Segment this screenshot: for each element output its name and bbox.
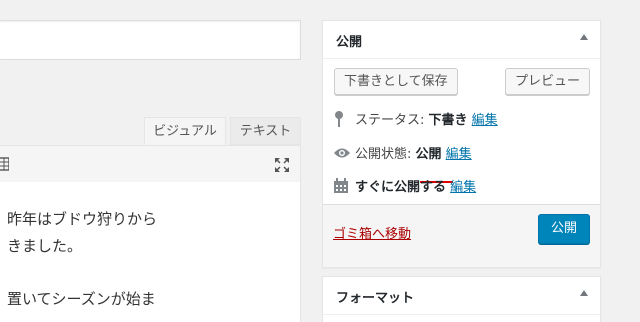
pin-icon bbox=[333, 110, 351, 132]
content-line: きました。 bbox=[7, 237, 83, 255]
editor-toolbar bbox=[0, 145, 301, 183]
publish-actions: ゴミ箱へ移動 公開 bbox=[323, 204, 600, 267]
publish-box-title: 公開 bbox=[336, 35, 363, 50]
table-icon[interactable] bbox=[0, 157, 10, 175]
edit-visibility-link[interactable]: 編集 bbox=[446, 147, 472, 162]
content-line: 昨年はブドウ狩りから bbox=[7, 210, 158, 228]
collapse-arrow-icon[interactable] bbox=[580, 34, 588, 40]
edit-schedule-link[interactable]: 編集 bbox=[450, 180, 476, 195]
visibility-label: 公開状態: bbox=[355, 147, 416, 162]
content-line: 置いてシーズンが始ま bbox=[7, 290, 156, 308]
publish-box-header[interactable]: 公開 bbox=[323, 21, 600, 59]
move-to-trash-link[interactable]: ゴミ箱へ移動 bbox=[333, 223, 411, 242]
status-value: 下書き bbox=[428, 113, 468, 128]
save-draft-button[interactable]: 下書きとして保存 bbox=[334, 68, 458, 95]
publish-box: 公開 下書きとして保存 プレビュー ステータス: 下書き 編集 公開状態: 公開… bbox=[322, 20, 601, 268]
calendar-icon bbox=[333, 177, 351, 198]
tab-visual[interactable]: ビジュアル bbox=[144, 117, 226, 145]
edit-status-link[interactable]: 編集 bbox=[472, 113, 498, 128]
schedule-row: すぐに公開する 編集 bbox=[333, 176, 476, 198]
schedule-label: すぐに公開する bbox=[355, 180, 447, 195]
format-box-title: フォーマット bbox=[336, 291, 415, 306]
format-box-header[interactable]: フォーマット bbox=[323, 277, 600, 315]
post-title-input[interactable] bbox=[0, 20, 301, 60]
preview-button[interactable]: プレビュー bbox=[504, 68, 590, 95]
status-label: ステータス: bbox=[355, 113, 429, 128]
fullscreen-icon[interactable] bbox=[274, 157, 290, 177]
visibility-row: 公開状態: 公開 編集 bbox=[333, 143, 472, 163]
collapse-arrow-icon[interactable] bbox=[580, 290, 588, 296]
editor-content[interactable]: 昨年はブドウ狩りから きました。 置いてシーズンが始ま bbox=[0, 182, 301, 322]
format-box: フォーマット bbox=[322, 276, 601, 322]
publish-button[interactable]: 公開 bbox=[537, 214, 590, 244]
tab-text[interactable]: テキスト bbox=[230, 117, 301, 145]
status-row: ステータス: 下書き 編集 bbox=[333, 109, 498, 132]
eye-icon bbox=[333, 147, 351, 163]
visibility-value: 公開 bbox=[415, 147, 442, 162]
